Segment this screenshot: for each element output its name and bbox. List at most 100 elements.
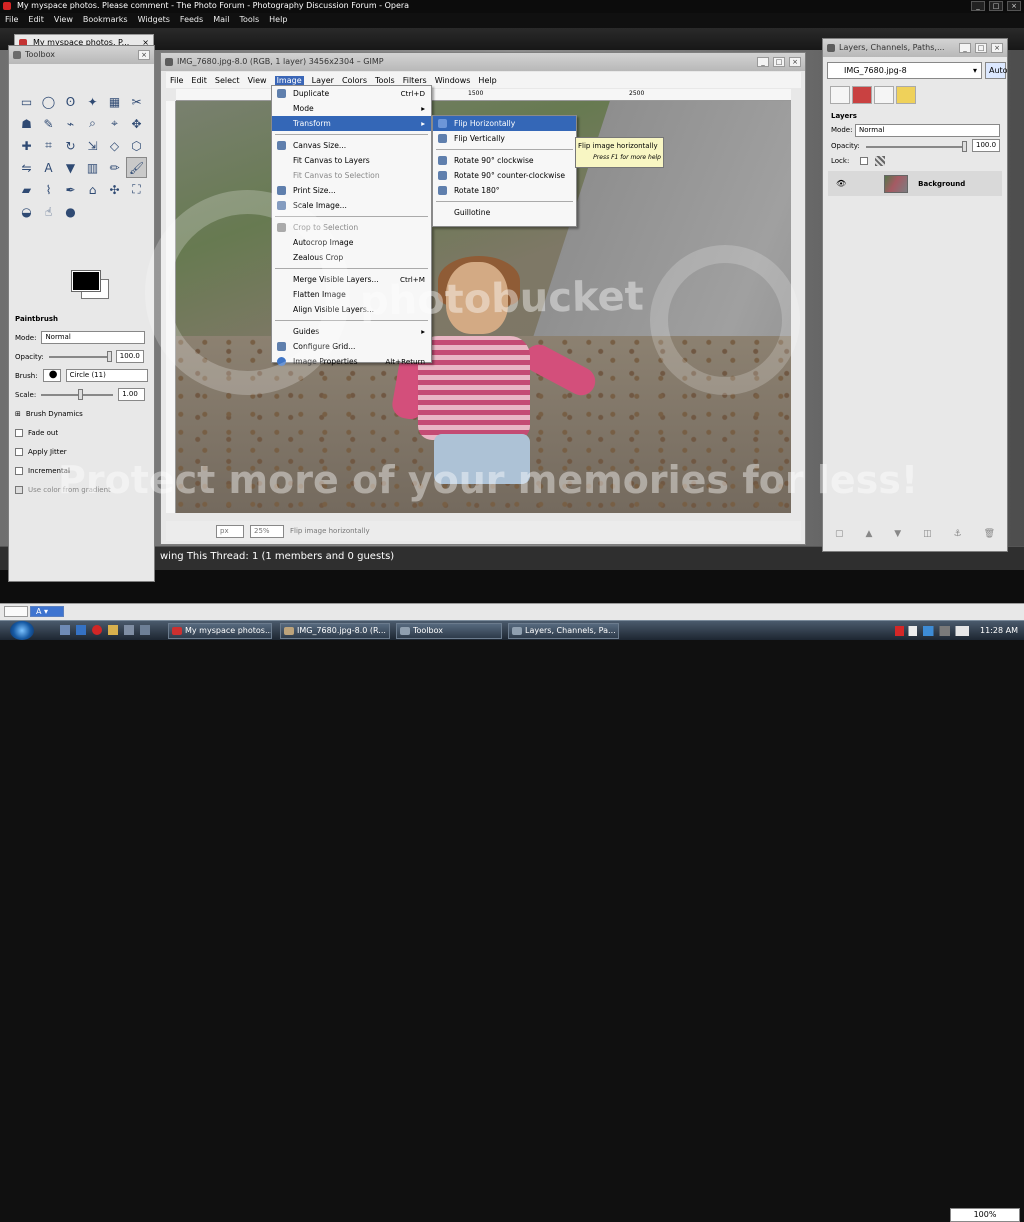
airbrush-icon[interactable]: ⌇ bbox=[38, 179, 59, 200]
menu-item-autocrop[interactable]: Autocrop Image bbox=[272, 235, 431, 250]
taskbar-item-browser[interactable]: My myspace photos... bbox=[168, 623, 272, 639]
perspective-clone-icon[interactable]: ⛶ bbox=[126, 179, 147, 200]
gimp-menu-tools[interactable]: Tools bbox=[375, 76, 395, 85]
image-select[interactable]: IMG_7680.jpg-8 ▾ bbox=[827, 62, 982, 79]
menu-item-fit-layers[interactable]: Fit Canvas to Layers bbox=[272, 153, 431, 168]
paths-tab-icon[interactable] bbox=[874, 86, 894, 104]
gimp-menu-image[interactable]: Image bbox=[274, 75, 304, 85]
duplicate-layer-icon[interactable]: ◫ bbox=[923, 529, 932, 539]
gimp-maximize-button[interactable]: □ bbox=[773, 57, 785, 67]
menu-item-transform[interactable]: Transform ▸ bbox=[272, 116, 431, 131]
flip-icon[interactable]: ⇋ bbox=[16, 157, 37, 178]
raise-layer-icon[interactable]: ▲ bbox=[865, 529, 872, 539]
lower-layer-icon[interactable]: ▼ bbox=[894, 529, 901, 539]
ie-icon[interactable] bbox=[76, 625, 86, 635]
layers-opacity-thumb[interactable] bbox=[962, 141, 967, 152]
blend-icon[interactable]: ▥ bbox=[82, 157, 103, 178]
gimp-menu-colors[interactable]: Colors bbox=[342, 76, 367, 85]
layers-mode-select[interactable]: Normal bbox=[855, 124, 1000, 137]
channels-tab-icon[interactable] bbox=[852, 86, 872, 104]
menu-item-guides[interactable]: Guides ▸ bbox=[272, 324, 431, 339]
heal-icon[interactable]: ✣ bbox=[104, 179, 125, 200]
menu-mail[interactable]: Mail bbox=[213, 13, 229, 28]
taskbar-item-gimp-image[interactable]: IMG_7680.jpg-8.0 (R... bbox=[280, 623, 390, 639]
lock-alpha-checkbox[interactable] bbox=[860, 157, 868, 165]
opacity-slider-thumb[interactable] bbox=[106, 350, 112, 362]
layers-tab-icon[interactable] bbox=[830, 86, 850, 104]
undo-tab-icon[interactable] bbox=[896, 86, 916, 104]
layers-close-button[interactable]: × bbox=[991, 43, 1003, 53]
move-icon[interactable]: ✥ bbox=[126, 113, 147, 134]
gimp-menu-view[interactable]: View bbox=[248, 76, 267, 85]
menu-item-canvas-size[interactable]: Canvas Size... bbox=[272, 138, 431, 153]
paths-icon[interactable]: ✎ bbox=[38, 113, 59, 134]
foreground-select-icon[interactable]: ☗ bbox=[16, 113, 37, 134]
lasso-icon[interactable]: ʘ bbox=[60, 91, 81, 112]
menu-item-zealous-crop[interactable]: Zealous Crop bbox=[272, 250, 431, 265]
dodge-burn-icon[interactable]: ● bbox=[60, 201, 81, 222]
menu-item-guillotine[interactable]: Guillotine bbox=[433, 205, 576, 220]
delete-layer-icon[interactable]: 🗑 bbox=[984, 529, 995, 539]
folder-icon[interactable] bbox=[108, 625, 118, 635]
menu-item-rotate-clockwise[interactable]: Rotate 90° clockwise bbox=[433, 153, 576, 168]
gimp-menu-filters[interactable]: Filters bbox=[403, 76, 427, 85]
layers-maximize-button[interactable]: □ bbox=[975, 43, 987, 53]
status-toolbar-control[interactable] bbox=[4, 606, 28, 617]
brush-dynamics-label[interactable]: Brush Dynamics bbox=[26, 410, 83, 418]
color-picker-icon[interactable]: ⌁ bbox=[60, 113, 81, 134]
menu-file[interactable]: File bbox=[5, 13, 18, 28]
menu-item-flatten[interactable]: Flatten Image bbox=[272, 287, 431, 302]
quicklaunch-icon[interactable] bbox=[140, 625, 150, 635]
scissors-icon[interactable]: ✂ bbox=[126, 91, 147, 112]
quicklaunch-icon[interactable] bbox=[124, 625, 134, 635]
menu-item-scale-image[interactable]: Scale Image... bbox=[272, 198, 431, 213]
menu-item-mode[interactable]: Mode ▸ bbox=[272, 101, 431, 116]
brush-dynamics-expander-icon[interactable]: ⊞ bbox=[15, 410, 21, 418]
menu-bookmarks[interactable]: Bookmarks bbox=[83, 13, 128, 28]
rect-select-icon[interactable]: ▭ bbox=[16, 91, 37, 112]
clone-icon[interactable]: ⌂ bbox=[82, 179, 103, 200]
layers-opacity-slider[interactable] bbox=[866, 141, 967, 152]
menu-feeds[interactable]: Feeds bbox=[180, 13, 203, 28]
apply-jitter-checkbox[interactable] bbox=[15, 447, 23, 456]
menu-tools[interactable]: Tools bbox=[239, 13, 259, 28]
zoom-select[interactable]: 25% bbox=[250, 524, 284, 538]
maximize-button[interactable]: □ bbox=[989, 1, 1003, 11]
gimp-menu-file[interactable]: File bbox=[170, 76, 183, 85]
brush-select[interactable]: Circle (11) bbox=[65, 369, 148, 382]
layers-title-bar[interactable]: Layers, Channels, Paths,... _ □ × bbox=[823, 39, 1007, 57]
layer-name[interactable]: Background bbox=[918, 180, 965, 188]
measure-icon[interactable]: ⌖ bbox=[104, 113, 125, 134]
zoom-control[interactable]: 100% bbox=[950, 1208, 1020, 1222]
menu-item-image-properties[interactable]: Image Properties Alt+Return bbox=[272, 354, 431, 369]
ellipse-select-icon[interactable]: ◯ bbox=[38, 91, 59, 112]
zoom-icon[interactable]: ⌕ bbox=[82, 113, 103, 134]
eraser-icon[interactable]: ▰ bbox=[16, 179, 37, 200]
new-layer-icon[interactable]: ▢ bbox=[835, 529, 844, 539]
color-select-icon[interactable]: ▦ bbox=[104, 91, 125, 112]
fuzzy-select-icon[interactable]: ✦ bbox=[82, 91, 103, 112]
menu-item-print-size[interactable]: Print Size... bbox=[272, 183, 431, 198]
menu-item-flip-vertically[interactable]: Flip Vertically bbox=[433, 131, 576, 146]
start-button[interactable] bbox=[10, 621, 34, 640]
perspective-icon[interactable]: ⬡ bbox=[126, 135, 147, 156]
opacity-value[interactable]: 100.0 bbox=[115, 350, 144, 363]
foreground-color-swatch[interactable] bbox=[71, 270, 101, 292]
gimp-menu-select[interactable]: Select bbox=[215, 76, 240, 85]
layers-opacity-value[interactable]: 100.0 bbox=[972, 139, 1000, 152]
gimp-menu-layer[interactable]: Layer bbox=[312, 76, 334, 85]
unit-select[interactable]: px bbox=[216, 524, 244, 538]
pencil-icon[interactable]: ✏ bbox=[104, 157, 125, 178]
menu-help[interactable]: Help bbox=[269, 13, 287, 28]
eye-icon[interactable]: 👁 bbox=[836, 179, 846, 188]
menu-item-align-visible[interactable]: Align Visible Layers... bbox=[272, 302, 431, 317]
menu-item-rotate-counter-clockwise[interactable]: Rotate 90° counter-clockwise bbox=[433, 168, 576, 183]
mode-select[interactable]: Normal bbox=[41, 331, 146, 344]
gimp-menu-edit[interactable]: Edit bbox=[191, 76, 207, 85]
incremental-checkbox[interactable] bbox=[15, 466, 23, 475]
menu-item-flip-horizontally[interactable]: Flip Horizontally bbox=[433, 116, 576, 131]
menu-item-duplicate[interactable]: Duplicate Ctrl+D bbox=[272, 86, 431, 101]
system-tray-icons[interactable] bbox=[895, 626, 969, 636]
scale-value[interactable]: 1.00 bbox=[118, 388, 146, 401]
menu-edit[interactable]: Edit bbox=[28, 13, 44, 28]
